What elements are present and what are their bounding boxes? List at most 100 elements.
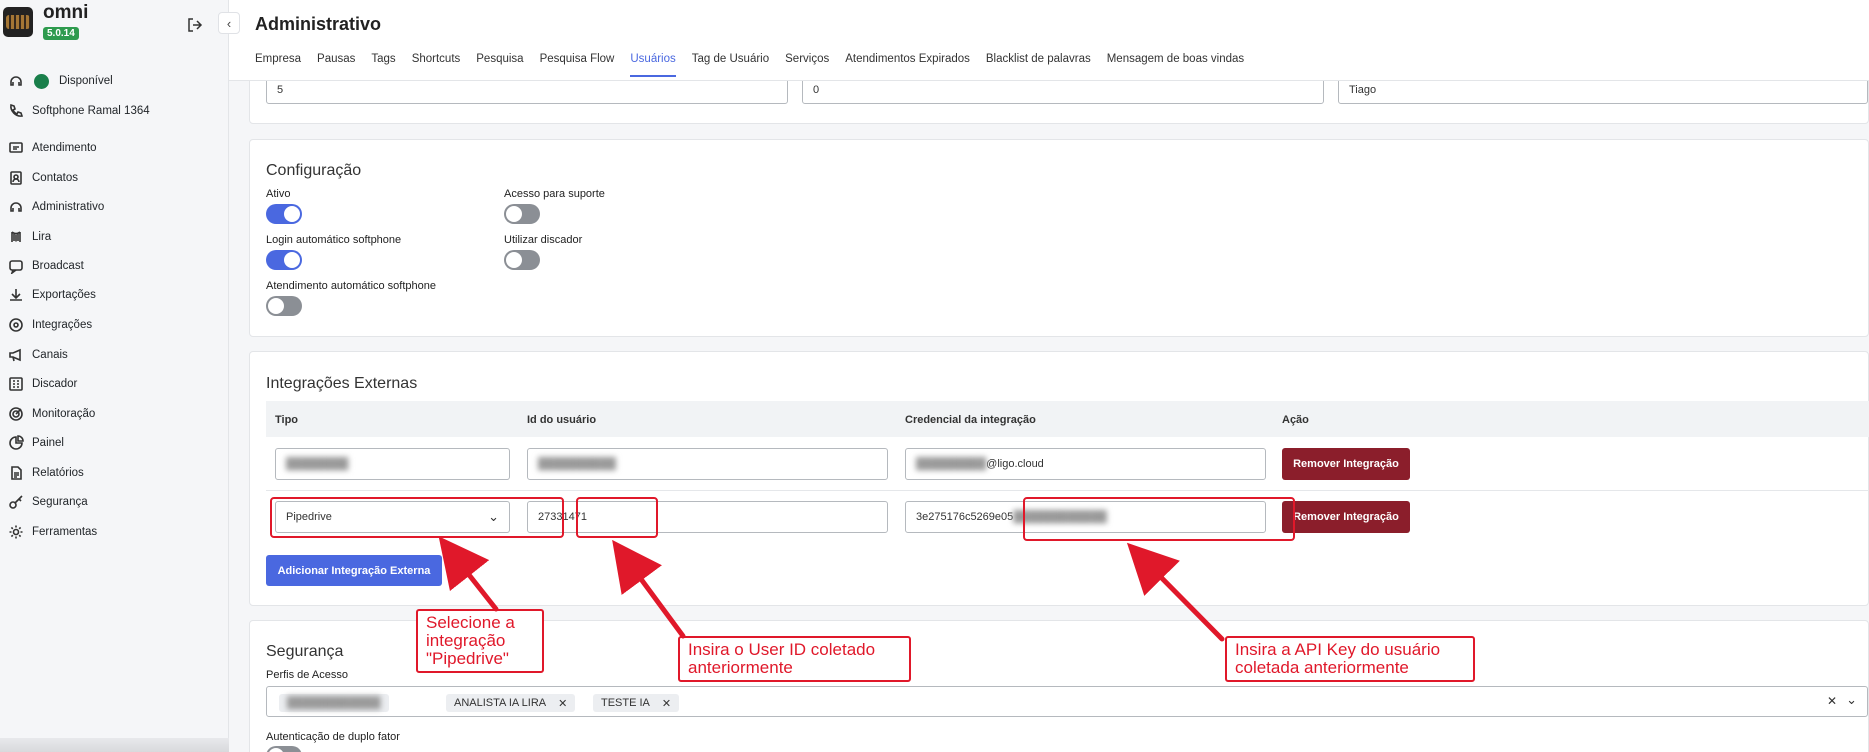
seguranca-title: Segurança [266,643,344,660]
sidebar-item-label: Canais [32,349,68,361]
toggle-discador[interactable] [504,250,540,270]
row1-credencial-input[interactable]: █████████ @ligo.cloud [905,448,1266,480]
tab-shortcuts[interactable]: Shortcuts [412,53,461,77]
chevron-down-icon[interactable]: ⌄ [1846,692,1857,708]
sidebar-item-label: Ferramentas [32,526,98,538]
perfis-select[interactable]: ████████████ ANALISTA IA LIRA ✕ TESTE IA ✕… [266,686,1868,717]
sidebar-item-label: Discador [32,378,78,390]
sidebar-item-administrativo[interactable]: Administrativo [0,192,229,222]
toggle-label-ativo: Ativo [266,188,291,200]
chat-icon [8,140,24,156]
tab-pesquisa[interactable]: Pesquisa [476,53,523,77]
tab-empresa[interactable]: Empresa [255,53,301,77]
tab-usuarios[interactable]: Usuários [630,53,676,77]
remove-chip-icon[interactable]: ✕ [662,697,671,710]
perfis-label: Perfis de Acesso [266,669,348,681]
dialer-icon [8,376,24,392]
toggle-label-acesso-suporte: Acesso para suporte [504,188,605,200]
callout-api-key: Insira a API Key do usuário coletada ant… [1225,636,1475,682]
toggle-label-atendimento-softphone: Atendimento automático softphone [266,280,437,292]
app-name: omni [43,2,89,23]
integrations-icon [8,317,24,333]
remove-chip-icon[interactable]: ✕ [558,697,567,710]
sidebar-item-atendimento[interactable]: Atendimento [0,133,229,163]
download-icon [8,287,24,303]
sidebar-item-label: Painel [32,437,64,449]
callout-user-id: Insira o User ID coletado anteriormente [678,636,911,682]
softphone-item[interactable]: Softphone Ramal 1364 [0,96,229,126]
highlight-user-id [576,497,658,538]
sidebar-item-broadcast[interactable]: Broadcast [0,251,229,281]
integracoes-card: Integrações Externas Tipo Id do usuário … [249,351,1869,606]
perfil-chip: ANALISTA IA LIRA ✕ [446,694,576,712]
add-integration-button[interactable]: Adicionar Integração Externa [266,555,442,586]
tab-pesquisa-flow[interactable]: Pesquisa Flow [540,53,615,77]
page-header: Administrativo Empresa Pausas Tags Short… [229,0,1869,81]
sidebar-item-label: Administrativo [32,201,105,213]
table-header [266,401,1869,437]
sidebar-item-integracoes[interactable]: Integrações [0,310,229,340]
toggle-label-login-softphone: Login automático softphone [266,234,402,246]
tab-tags[interactable]: Tags [371,53,395,77]
configuracao-card: Configuração Ativo Acesso para suporte L… [249,139,1869,337]
tab-tag-de-usuario[interactable]: Tag de Usuário [692,53,769,77]
th-credencial: Credencial da integração [905,414,1036,426]
sidebar-item-painel[interactable]: Painel [0,428,229,458]
tab-servicos[interactable]: Serviços [785,53,829,77]
toggle-login-softphone[interactable] [266,250,302,270]
sidebar-item-label: Exportações [32,289,96,301]
report-icon [8,465,24,481]
sidebar-item-lira[interactable]: Lira [0,222,229,252]
row1-tipo-input[interactable]: ████████ [275,448,510,480]
clear-icon[interactable]: ✕ [1827,694,1837,708]
th-id-usuario: Id do usuário [527,414,597,426]
integracoes-title: Integrações Externas [266,375,418,392]
chevron-left-icon: ‹ [226,15,232,31]
status-label: Disponível [59,75,113,87]
status-selector[interactable]: Disponível [0,66,229,96]
highlight-tipo [270,497,564,538]
row1-id-input[interactable]: ██████████ [527,448,888,480]
sidebar-item-label: Contatos [32,172,79,184]
sidebar: omni 5.0.14 Disponível Softphone Ramal 1… [0,0,229,752]
tab-blacklist[interactable]: Blacklist de palavras [986,53,1091,77]
sidebar-item-seguranca[interactable]: Segurança [0,487,229,517]
key-icon [8,494,24,510]
credencial-text: 3e275176c5269e05 [916,511,1014,523]
sidebar-item-contatos[interactable]: Contatos [0,163,229,193]
remove-integration-button[interactable]: Remover Integração [1282,448,1410,480]
sidebar-item-monitoracao[interactable]: Monitoração [0,399,229,429]
sidebar-item-discador[interactable]: Discador [0,369,229,399]
sidebar-item-ferramentas[interactable]: Ferramentas [0,517,229,547]
contacts-icon [8,170,24,186]
page-title: Administrativo [255,14,382,34]
sidebar-item-label: Segurança [32,496,88,508]
row-divider [266,490,1869,491]
toggle-two-factor[interactable] [266,746,302,752]
row1-credencial-text: @ligo.cloud [986,458,1044,470]
sidebar-item-label: Atendimento [32,142,97,154]
toggle-atendimento-softphone[interactable] [266,296,302,316]
th-tipo: Tipo [275,414,299,426]
sidebar-item-label: Monitoração [32,408,96,420]
toggle-acesso-suporte[interactable] [504,204,540,224]
sidebar-item-label: Relatórios [32,467,84,479]
toggle-ativo[interactable] [266,204,302,224]
logout-icon[interactable] [186,16,204,34]
user-footer[interactable] [0,738,229,752]
sidebar-item-canais[interactable]: Canais [0,340,229,370]
headset-icon [8,73,24,89]
tab-pausas[interactable]: Pausas [317,53,355,77]
sidebar-item-exportacoes[interactable]: Exportações [0,280,229,310]
remove-integration-button[interactable]: Remover Integração [1282,501,1410,533]
collapse-sidebar-button[interactable]: ‹ [218,12,240,34]
version-badge: 5.0.14 [43,27,79,40]
two-factor-label: Autenticação de duplo fator [266,731,400,743]
sidebar-item-relatorios[interactable]: Relatórios [0,458,229,488]
softphone-label: Softphone Ramal 1364 [32,105,150,117]
tab-mensagem-boas-vindas[interactable]: Mensagem de boas vindas [1107,53,1244,77]
gear-icon [8,524,24,540]
toggle-label-discador: Utilizar discador [504,234,583,246]
tab-atendimentos-expirados[interactable]: Atendimentos Expirados [845,53,970,77]
tabs: Empresa Pausas Tags Shortcuts Pesquisa P… [255,53,1260,77]
